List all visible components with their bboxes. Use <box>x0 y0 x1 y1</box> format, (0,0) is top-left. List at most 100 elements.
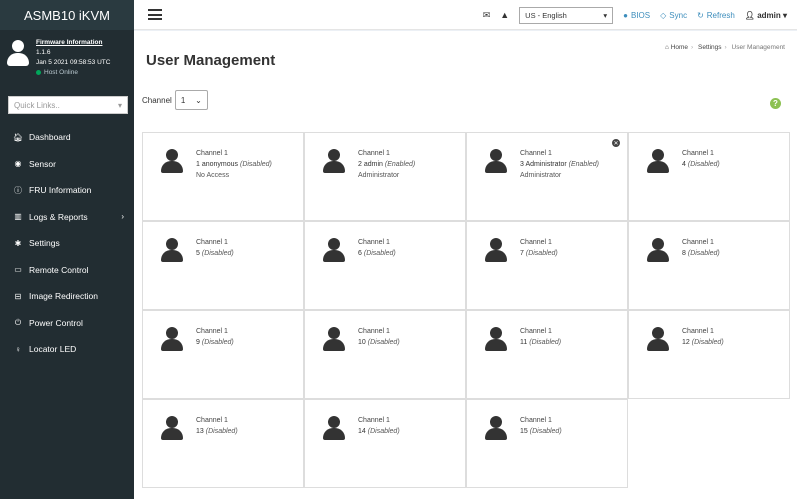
user-icon <box>647 149 669 173</box>
user-card[interactable]: Channel 1 6 (Disabled) <box>304 221 466 310</box>
user-channel: Channel 1 <box>358 150 390 157</box>
sidebar-item-logs-reports[interactable]: ▥ Logs & Reports › <box>0 204 134 231</box>
sidebar-item-settings[interactable]: ✱ Settings <box>0 230 134 257</box>
sidebar-item-locator-led[interactable]: ♀ Locator LED <box>0 336 134 363</box>
warning-icon[interactable]: ▲ <box>500 10 509 20</box>
user-card[interactable]: Channel 1 15 (Disabled) <box>466 399 628 488</box>
channel-row: Channel 1 ⌄ <box>142 90 208 110</box>
firmware-date: Jan 5 2021 09:58:53 UTC <box>36 59 111 66</box>
sidebar-item-remote-control[interactable]: ▭ Remote Control <box>0 257 134 284</box>
user-name: 12 <box>682 339 690 346</box>
user-state: (Enabled) <box>568 161 599 168</box>
user-channel: Channel 1 <box>520 150 552 157</box>
sidebar-item-label: Settings <box>29 238 60 249</box>
user-name: 5 <box>196 250 200 257</box>
user-state: (Disabled) <box>687 161 720 168</box>
user-icon <box>323 416 345 440</box>
gear-icon: ✱ <box>14 238 22 248</box>
user-state: (Disabled) <box>367 339 400 346</box>
user-channel: Channel 1 <box>520 328 552 335</box>
user-card[interactable]: Channel 1 14 (Disabled) <box>304 399 466 488</box>
user-card[interactable]: Channel 1 9 (Disabled) <box>142 310 304 399</box>
user-icon: 👤︎ <box>744 10 755 20</box>
sidebar-item-fru-information[interactable]: ⓘ FRU Information <box>0 177 134 204</box>
user-state: (Enabled) <box>384 161 416 168</box>
envelope-icon[interactable]: ✉ <box>483 10 491 21</box>
user-card[interactable]: Channel 1 8 (Disabled) <box>628 221 790 310</box>
firmware-info-link[interactable]: Firmware Information <box>36 38 110 48</box>
channel-select[interactable]: 1 ⌄ <box>174 90 208 110</box>
user-channel: Channel 1 <box>682 239 714 246</box>
user-icon <box>161 327 183 351</box>
refresh-link[interactable]: ↻ Refresh <box>697 11 735 20</box>
sidebar-item-dashboard[interactable]: 🏠︎ Dashboard <box>0 124 134 151</box>
user-name: 9 <box>196 339 200 346</box>
user-channel: Channel 1 <box>358 328 390 335</box>
user-role: Administrator <box>358 172 400 179</box>
user-icon <box>323 149 345 173</box>
user-channel: Channel 1 <box>358 239 390 246</box>
user-card[interactable]: Channel 1 4 (Disabled) <box>628 132 790 221</box>
breadcrumb: ⌂ Home › Settings › User Management <box>664 44 785 51</box>
quick-links-placeholder: Quick Links.. <box>14 100 60 110</box>
breadcrumb-home[interactable]: Home <box>671 44 688 51</box>
sidebar-item-label: Sensor <box>29 158 56 169</box>
user-menu[interactable]: 👤︎ admin ▾ <box>745 11 787 20</box>
page-title: User Management <box>146 52 276 69</box>
user-icon <box>161 416 183 440</box>
firmware-version: 1.1.6 <box>36 49 51 56</box>
sidebar-item-power-control[interactable]: ⏻ Power Control <box>0 310 134 337</box>
channel-label: Channel <box>142 95 172 105</box>
user-icon <box>323 238 345 262</box>
user-state: (Disabled) <box>201 250 234 257</box>
bios-link[interactable]: ● BIOS <box>623 11 650 20</box>
user-icon <box>161 149 183 173</box>
info-icon: ⓘ <box>14 185 22 195</box>
user-card[interactable]: Channel 1 5 (Disabled) <box>142 221 304 310</box>
sync-link[interactable]: ◇ Sync <box>660 11 687 20</box>
sidebar-item-image-redirection[interactable]: ⊟ Image Redirection <box>0 283 134 310</box>
user-icon <box>647 327 669 351</box>
chevron-down-icon: ▾ <box>603 10 608 20</box>
user-card[interactable]: Channel 1 1 anonymous (Disabled) No Access <box>142 132 304 221</box>
user-state: (Disabled) <box>529 428 562 435</box>
user-icon <box>647 238 669 262</box>
sidebar-item-label: Power Control <box>29 317 83 328</box>
sidebar-item-sensor[interactable]: ◉ Sensor <box>0 151 134 178</box>
user-card[interactable]: Channel 1 10 (Disabled) <box>304 310 466 399</box>
user-channel: Channel 1 <box>358 417 390 424</box>
info-circle-icon: ● <box>623 10 628 20</box>
user-card[interactable]: Channel 1 11 (Disabled) <box>466 310 628 399</box>
breadcrumb-settings[interactable]: Settings <box>698 44 722 51</box>
user-card[interactable]: Channel 1 13 (Disabled) <box>142 399 304 488</box>
user-name: 15 <box>520 428 528 435</box>
help-icon[interactable]: ? <box>770 98 781 109</box>
sidebar-item-label: Remote Control <box>29 264 89 275</box>
user-icon <box>485 149 507 173</box>
sync-label: Sync <box>669 10 688 20</box>
sidebar-nav: 🏠︎ Dashboard ◉ Sensor ⓘ FRU Information ▥ Lo… <box>0 124 134 363</box>
app-title[interactable]: ASMB10 iKVM <box>0 0 134 30</box>
user-channel: Channel 1 <box>196 239 228 246</box>
close-icon[interactable]: ✕ <box>612 139 620 147</box>
user-card[interactable]: Channel 1 3 Administrator (Enabled) Admini… <box>466 132 628 221</box>
user-name: 1 anonymous <box>196 161 239 168</box>
user-state: (Disabled) <box>367 428 400 435</box>
monitor-icon: ▭ <box>14 265 22 275</box>
quick-links-select[interactable]: Quick Links.. ▾ <box>8 96 128 114</box>
user-channel: Channel 1 <box>520 417 552 424</box>
sensor-icon: ◉ <box>14 159 22 169</box>
user-card[interactable]: Channel 1 2 admin (Enabled) Administrator <box>304 132 466 221</box>
menu-toggle-icon[interactable] <box>148 9 162 20</box>
user-name: 11 <box>520 339 528 346</box>
user-card[interactable]: Channel 1 7 (Disabled) <box>466 221 628 310</box>
language-select[interactable]: US - English ▾ <box>519 6 614 24</box>
sidebar-item-label: Logs & Reports <box>29 211 88 222</box>
user-state: (Disabled) <box>363 250 396 257</box>
user-icon <box>485 238 507 262</box>
user-name: 4 <box>682 161 686 168</box>
user-icon <box>485 416 507 440</box>
user-name: 14 <box>358 428 366 435</box>
user-state: (Disabled) <box>529 339 562 346</box>
user-card[interactable]: Channel 1 12 (Disabled) <box>628 310 790 399</box>
